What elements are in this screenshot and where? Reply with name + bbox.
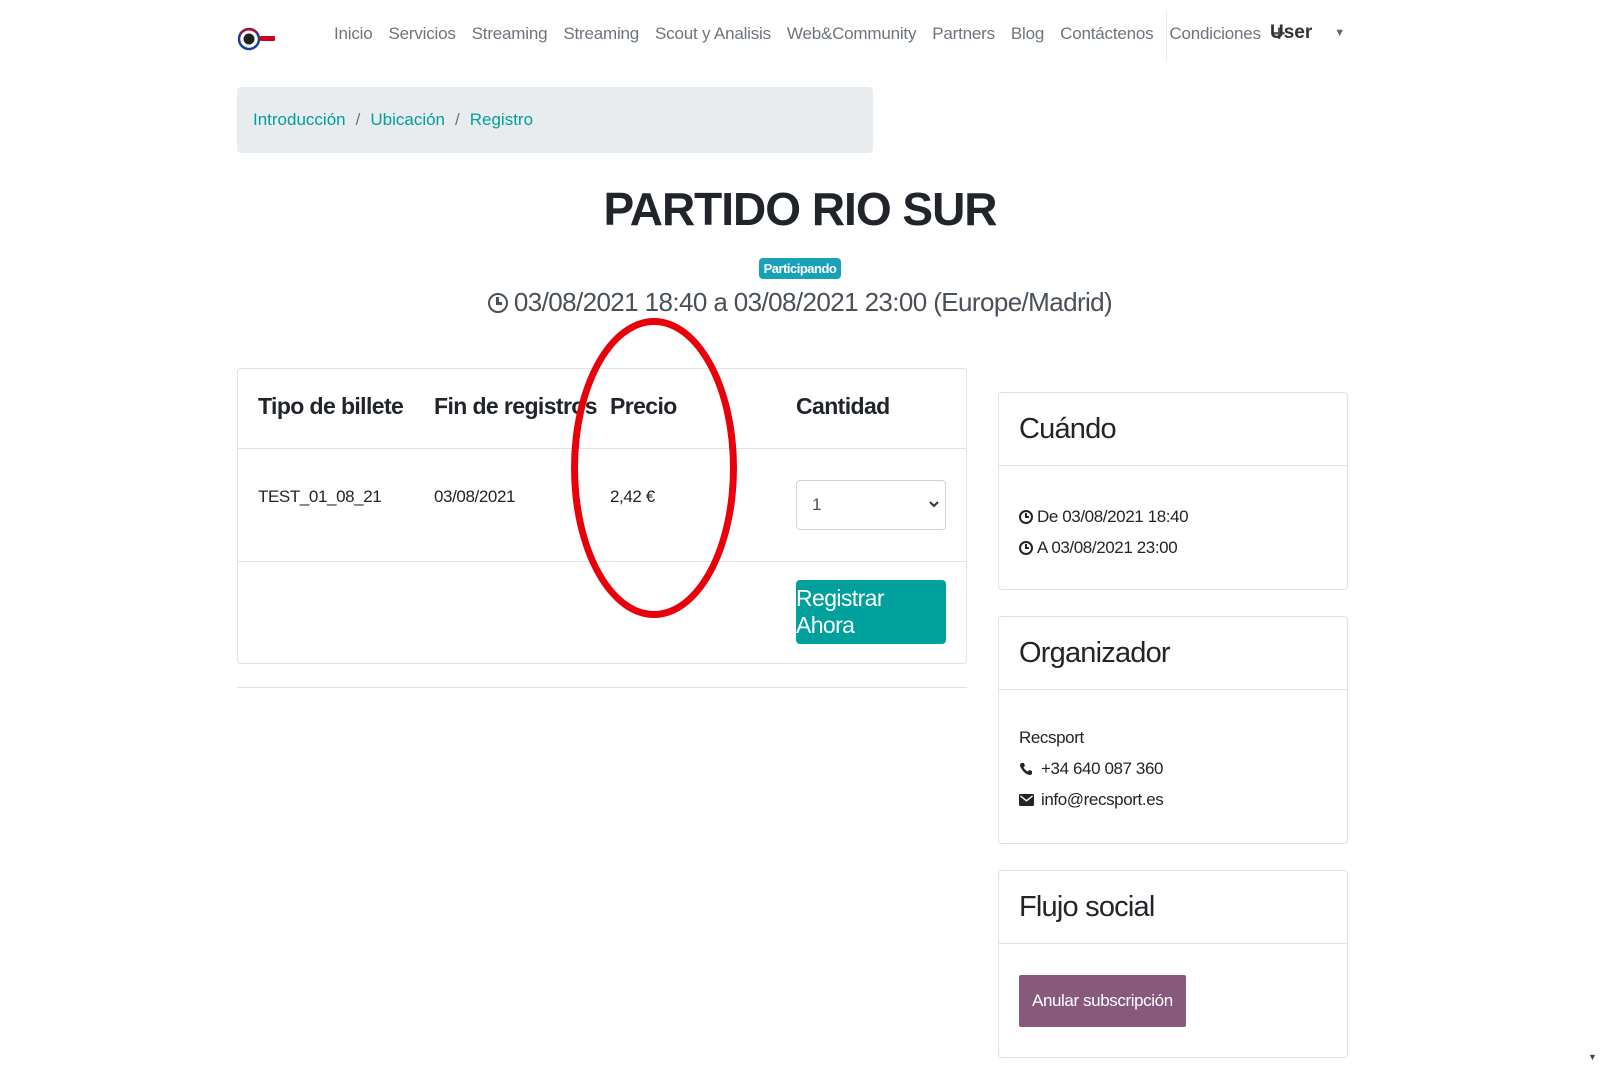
price-highlight-circle	[571, 318, 737, 618]
nav-link-inicio[interactable]: Inicio	[334, 24, 373, 44]
quantity-select[interactable]: 1	[796, 480, 946, 530]
top-navbar: Inicio Servicios Streaming Streaming Sco…	[0, 0, 1600, 72]
nav-divider	[1166, 10, 1167, 62]
badge-row: Participando	[0, 258, 1600, 279]
nav-link-contactenos[interactable]: Contáctenos	[1060, 24, 1153, 44]
status-badge: Participando	[758, 258, 842, 279]
when-from-text: De 03/08/2021 18:40	[1037, 506, 1189, 526]
social-body: Anular subscripción	[999, 944, 1347, 1027]
clock-icon	[1019, 509, 1033, 524]
user-name: User	[1270, 22, 1313, 43]
organizer-email: info@recsport.es	[1019, 784, 1347, 815]
divider	[237, 687, 967, 688]
clock-icon	[487, 292, 508, 313]
quantity-value: 1	[812, 495, 822, 514]
organizer-card: Organizador Recsport +34 640 087 360 inf…	[998, 616, 1348, 844]
nav-link-condiciones[interactable]: Condiciones	[1169, 24, 1261, 44]
when-title: Cuándo	[999, 393, 1347, 466]
when-card: Cuándo De 03/08/2021 18:40 A 03/08/2021 …	[998, 392, 1348, 590]
nav-link-web-community[interactable]: Web&Community	[787, 24, 917, 44]
scrollbar-down-arrow-icon[interactable]: ▼	[1588, 1052, 1597, 1062]
clock-icon	[1019, 540, 1033, 555]
header-registration-end: Fin de registros	[434, 393, 598, 419]
register-now-button[interactable]: Registrar Ahora	[796, 580, 946, 644]
when-body: De 03/08/2021 18:40 A 03/08/2021 23:00	[999, 466, 1347, 563]
breadcrumb-separator: /	[455, 110, 460, 129]
social-card: Flujo social Anular subscripción	[998, 870, 1348, 1058]
organizer-phone-text[interactable]: +34 640 087 360	[1041, 759, 1164, 779]
nav-link-servicios[interactable]: Servicios	[389, 24, 456, 44]
breadcrumb-ubicacion[interactable]: Ubicación	[370, 110, 445, 130]
breadcrumb-registro[interactable]: Registro	[470, 110, 533, 130]
ticket-type: TEST_01_08_21	[258, 487, 382, 506]
envelope-icon	[1019, 793, 1034, 806]
breadcrumb: Introducción / Ubicación / Registro	[237, 87, 873, 153]
breadcrumb-introduccion[interactable]: Introducción	[253, 110, 346, 130]
nav-link-scout[interactable]: Scout y Analisis	[655, 24, 771, 44]
nav-links: Inicio Servicios Streaming Streaming Sco…	[334, 23, 1286, 45]
when-to: A 03/08/2021 23:00	[1019, 532, 1347, 563]
header-ticket-type: Tipo de billete	[258, 393, 404, 419]
breadcrumb-separator: /	[355, 110, 361, 129]
organizer-title: Organizador	[999, 617, 1347, 690]
nav-link-partners[interactable]: Partners	[932, 24, 995, 44]
nav-link-streaming[interactable]: Streaming	[472, 24, 548, 44]
user-menu[interactable]: User ▼	[1270, 22, 1345, 44]
phone-icon	[1020, 762, 1032, 775]
organizer-body: Recsport +34 640 087 360 info@recsport.e…	[999, 690, 1347, 815]
organizer-phone: +34 640 087 360	[1019, 753, 1347, 784]
organizer-name[interactable]: Recsport	[1019, 722, 1347, 753]
when-to-text: A 03/08/2021 23:00	[1037, 537, 1178, 557]
nav-link-blog[interactable]: Blog	[1011, 24, 1044, 44]
registration-end-date: 03/08/2021	[434, 487, 516, 506]
header-quantity: Cantidad	[796, 393, 890, 419]
event-dates: 03/08/2021 18:40 a 03/08/2021 23:00 (Eur…	[0, 287, 1600, 318]
when-from: De 03/08/2021 18:40	[1019, 501, 1347, 532]
recsport-logo[interactable]	[238, 20, 278, 58]
social-title: Flujo social	[999, 871, 1347, 944]
event-date-range: 03/08/2021 18:40 a 03/08/2021 23:00 (Eur…	[513, 287, 1113, 317]
organizer-email-text[interactable]: info@recsport.es	[1041, 790, 1164, 810]
event-title: PARTIDO RIO SUR	[603, 183, 997, 235]
unsubscribe-button[interactable]: Anular subscripción	[1019, 975, 1186, 1027]
nav-link-streaming-2[interactable]: Streaming	[563, 24, 639, 44]
caret-down-icon: ▼	[1334, 27, 1346, 39]
chevron-down-icon	[929, 501, 939, 508]
